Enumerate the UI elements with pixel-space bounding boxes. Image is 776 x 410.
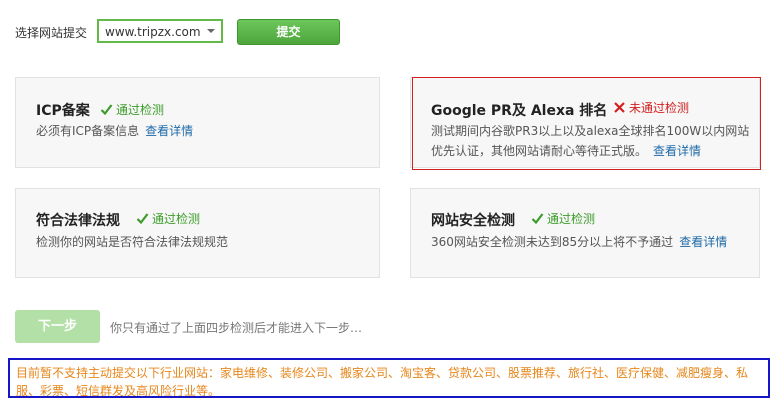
failed-highlight-frame (412, 77, 761, 170)
safety-title: 网站安全检测 (431, 213, 515, 229)
icp-title: ICP备案 (36, 103, 90, 119)
safety-details-link[interactable]: 查看详情 (679, 235, 727, 249)
industry-notice-text: 目前暂不支持主动提交以下行业网站：家电维修、装修公司、搬家公司、淘宝客、贷款公司… (16, 366, 749, 398)
safety-status-text: 通过检测 (547, 212, 596, 226)
icp-details-link[interactable]: 查看详情 (145, 124, 193, 138)
law-card: 符合法律法规 通过检测 检测你的网站是否符合法律法规规范 (15, 188, 380, 278)
site-select-dropdown[interactable]: www.tripzx.com (97, 19, 223, 43)
icp-card: ICP备案 通过检测 必须有ICP备案信息 查看详情 (15, 77, 380, 168)
industry-notice-box: 目前暂不支持主动提交以下行业网站：家电维修、装修公司、搬家公司、淘宝客、贷款公司… (8, 358, 770, 398)
submit-button[interactable]: 提交 (237, 19, 340, 45)
site-select-value: www.tripzx.com (105, 25, 201, 39)
safety-desc: 360网站安全检测未达到85分以上将不予通过 (431, 235, 674, 249)
check-icon (136, 213, 149, 225)
law-status-text: 通过检测 (152, 212, 201, 226)
icp-desc: 必须有ICP备案信息 (36, 124, 140, 138)
safety-desc-line: 360网站安全检测未达到85分以上将不予通过 查看详情 (431, 232, 727, 253)
site-select-label: 选择网站提交 (15, 26, 88, 40)
law-status: 通过检测 (136, 210, 200, 227)
icp-status: 通过检测 (100, 101, 164, 118)
check-icon (100, 104, 113, 116)
chevron-down-icon (207, 29, 215, 33)
safety-status: 通过检测 (531, 210, 595, 227)
check-icon (531, 213, 544, 225)
next-step-button[interactable]: 下一步 (15, 310, 100, 343)
safety-card: 网站安全检测 通过检测 360网站安全检测未达到85分以上将不予通过 查看详情 (410, 188, 760, 278)
law-desc: 检测你的网站是否符合法律法规规范 (36, 235, 229, 249)
law-title: 符合法律法规 (36, 213, 120, 229)
icp-desc-line: 必须有ICP备案信息 查看详情 (36, 121, 193, 142)
next-step-hint: 你只有通过了上面四步检测后才能进入下一步… (110, 321, 363, 335)
icp-status-text: 通过检测 (116, 103, 165, 117)
